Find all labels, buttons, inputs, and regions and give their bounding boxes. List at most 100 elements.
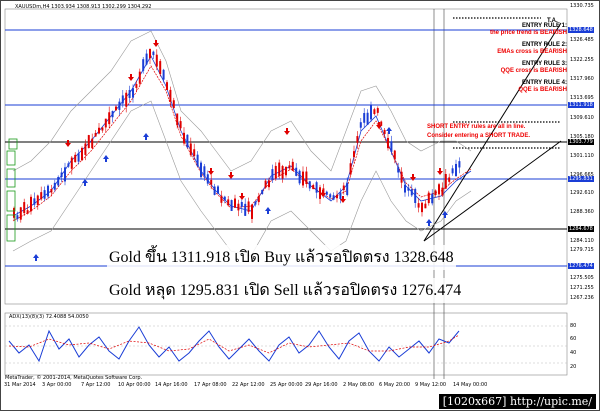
- candle-body: [421, 203, 423, 212]
- indicator-tick: 80: [570, 323, 576, 329]
- candle-body: [448, 177, 450, 181]
- time-tick: 29 Apr 16:00: [305, 382, 338, 388]
- candle-body: [186, 135, 188, 148]
- candle-body: [169, 90, 171, 102]
- short-line-2: Consider entering a SHORT TRADE.: [427, 132, 577, 141]
- watermark: [1020x667] http://upic.me/: [439, 394, 596, 409]
- candle-body: [112, 111, 114, 117]
- candle-body: [122, 95, 124, 103]
- candle-body: [190, 143, 192, 155]
- time-tick: 6 May 20:00: [379, 382, 410, 388]
- candle-body: [424, 204, 426, 209]
- indicator-tick: 60: [570, 336, 576, 342]
- candle-body: [285, 167, 287, 175]
- candle-body: [156, 55, 158, 67]
- time-tick: 9 May 12:00: [415, 382, 446, 388]
- time-tick: 7 Apr 12:00: [81, 382, 110, 388]
- price-label-1295: 1295.831: [568, 176, 594, 182]
- candle-body: [203, 166, 205, 176]
- ema-fast: [13, 56, 471, 216]
- candle-body: [193, 149, 195, 156]
- time-tick: 14 May 00:00: [453, 382, 487, 388]
- candle-body: [350, 163, 352, 174]
- time-tick: 3 Apr 00:00: [42, 382, 71, 388]
- price-tick: 1330.735: [570, 3, 594, 9]
- candle-body: [50, 189, 52, 193]
- candle-body: [37, 196, 39, 206]
- candle-body: [135, 84, 137, 88]
- candle-body: [455, 164, 457, 176]
- candle-body: [387, 138, 389, 148]
- indicator-tick: 20: [570, 364, 576, 370]
- rule-4-text: QQE is BEARISH: [417, 87, 567, 94]
- candle-body: [333, 195, 335, 199]
- price-tick: 1275.505: [570, 275, 594, 281]
- candle-body: [220, 196, 222, 203]
- candle-body: [115, 107, 117, 111]
- candle-body: [159, 61, 161, 74]
- candle-body: [57, 177, 59, 185]
- candle-body: [373, 109, 375, 114]
- rule-4-head: ENTRY RULE 4:: [417, 80, 567, 87]
- candle-body: [227, 199, 229, 205]
- candle-body: [20, 207, 22, 219]
- rule-1-head: ENTRY RULE 1:: [417, 23, 567, 30]
- candle-body: [244, 204, 246, 216]
- candle-body: [40, 192, 42, 199]
- candle-body: [71, 158, 73, 169]
- price-tick: 1313.695: [570, 95, 594, 101]
- candle-body: [305, 172, 307, 184]
- price-tick: 1267.236: [570, 295, 594, 301]
- candle-body: [44, 190, 46, 199]
- candle-body: [64, 167, 66, 181]
- candle-body: [268, 180, 270, 187]
- adx-indicator: [5, 326, 567, 363]
- price-tick: 1284.110: [570, 238, 594, 244]
- candle-body: [428, 193, 430, 203]
- candle-body: [241, 202, 243, 207]
- candle-body: [248, 201, 250, 211]
- candle-body: [129, 90, 131, 98]
- short-entry-note: SHORT ENTRY rules are all in line. Consi…: [427, 123, 577, 141]
- price-label-1276: 1276.474: [568, 263, 594, 269]
- candle-body: [431, 194, 433, 204]
- time-tick: 25 Apr 00:00: [270, 382, 303, 388]
- candle-body: [146, 54, 148, 65]
- candle-body: [312, 185, 314, 189]
- time-tick: 22 Apr 12:00: [232, 382, 265, 388]
- chart-window[interactable]: XAUUSDm,H4 1303.934 1308.913 1302.299 13…: [0, 0, 600, 411]
- candle-body: [343, 186, 345, 191]
- price-tick: 1301.110: [570, 153, 594, 159]
- candle-body: [152, 52, 154, 55]
- candle-body: [163, 70, 165, 80]
- price-tick: 1288.360: [570, 209, 594, 215]
- candle-body: [197, 155, 199, 166]
- candle-body: [377, 108, 379, 113]
- candle-body: [316, 182, 318, 192]
- candle-body: [54, 183, 56, 190]
- price-tick: 1309.610: [570, 115, 594, 121]
- candle-body: [173, 100, 175, 108]
- candle-body: [292, 162, 294, 171]
- candle-body: [132, 88, 134, 98]
- candle-body: [101, 127, 103, 130]
- candle-body: [407, 188, 409, 191]
- candle-body: [118, 102, 120, 110]
- candle-body: [275, 166, 277, 178]
- candle-body: [237, 204, 239, 211]
- price-label-1311: 1311.918: [568, 102, 594, 108]
- candle-body: [84, 143, 86, 154]
- candle-body: [278, 163, 280, 176]
- candle-body: [336, 195, 338, 198]
- price-label-1284: 1284.678: [568, 226, 594, 232]
- candle-body: [414, 189, 416, 203]
- candle-body: [302, 172, 304, 186]
- short-line-1: SHORT ENTRY rules are all in line.: [427, 123, 577, 132]
- candle-body: [27, 210, 29, 214]
- time-tick: 31 Mar 2014: [4, 382, 36, 388]
- candle-body: [91, 139, 93, 148]
- candle-body: [231, 200, 233, 211]
- candle-body: [105, 119, 107, 128]
- candle-body: [370, 104, 372, 119]
- candle-body: [234, 199, 236, 208]
